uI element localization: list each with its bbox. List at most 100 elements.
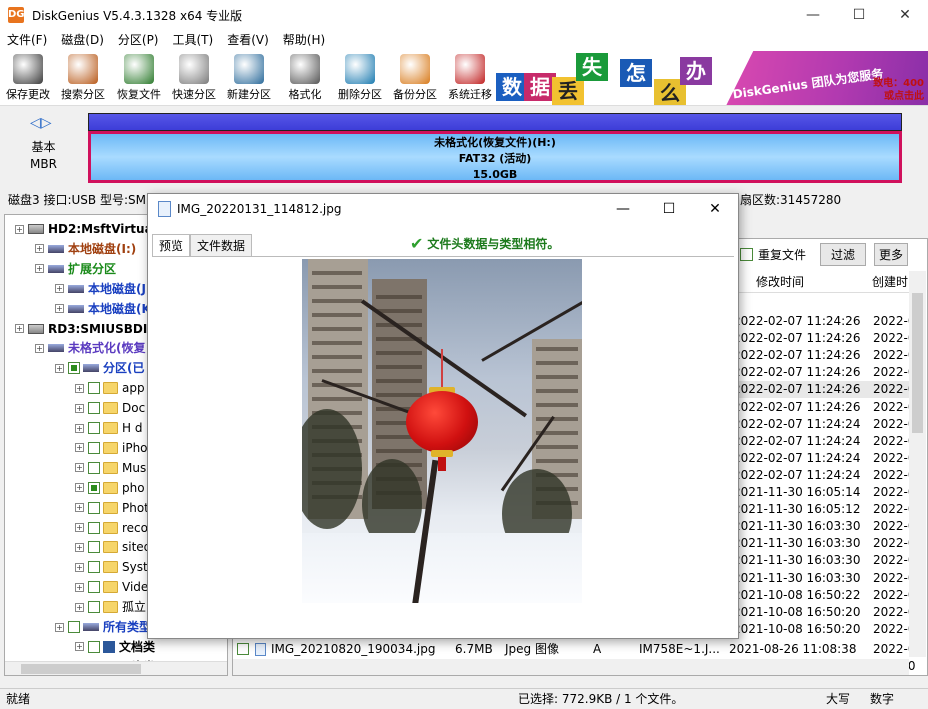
expand-icon[interactable]: + [55,304,64,314]
toolbar-button-1[interactable]: 搜索分区 [55,52,111,104]
dialog-maximize-button[interactable]: ☐ [646,194,692,224]
tree-item[interactable]: + Phot [75,498,149,518]
expand-icon[interactable]: + [75,642,84,652]
expand-icon[interactable]: + [75,562,84,572]
expand-icon[interactable]: + [75,602,84,612]
tree-item[interactable]: + 本地磁盘(J [55,279,146,299]
tree-item[interactable]: + H d [75,418,142,438]
scroll-thumb[interactable] [21,664,141,674]
table-row[interactable]: 2021-11-30 16:05:14 2022-0 [733,484,916,501]
expand-icon[interactable]: + [35,343,44,353]
toolbar-button-4[interactable]: 新建分区 [221,52,277,104]
table-row[interactable]: 2021-11-30 16:03:30 2022-0 [733,570,916,587]
tree-checkbox[interactable] [88,422,100,434]
file-list-horizontal-scrollbar[interactable] [233,659,909,675]
file-list-vertical-scrollbar[interactable] [909,271,926,657]
tree-checkbox[interactable] [88,461,100,474]
tree-checkbox[interactable] [68,621,80,633]
table-row[interactable]: 2022-02-07 11:24:24 2022-0 [733,467,916,484]
expand-icon[interactable]: + [55,284,64,294]
tree-item[interactable]: + sited [75,537,151,557]
table-row[interactable]: 2022-02-07 11:24:24 2022-0 [733,450,916,467]
tree-checkbox[interactable] [88,601,100,614]
table-row[interactable]: 2021-11-30 16:03:30 2022-0 [733,535,916,552]
tree-item[interactable]: + iPho [75,438,148,458]
ad-banner[interactable]: 数据丢失怎么办 DiskGenius 团队为您服务 致电：400 或点击此 [494,51,928,105]
expand-icon[interactable]: + [55,363,64,373]
minimize-button[interactable]: — [790,0,836,30]
table-row[interactable]: 2022-02-07 11:24:26 2022-0 [733,330,916,347]
expand-icon[interactable]: + [75,542,84,552]
expand-icon[interactable]: + [75,503,84,513]
table-row[interactable]: 2022-02-07 11:24:26 2022-0 [733,313,916,330]
menu-partition[interactable]: 分区(P) [111,30,166,50]
expand-icon[interactable]: + [15,224,24,234]
table-row[interactable]: 2021-11-30 16:05:12 2022-0 [733,501,916,518]
table-row[interactable]: 2021-10-08 16:50:20 2022-0 [733,604,916,621]
dialog-minimize-button[interactable]: — [600,194,646,224]
tree-checkbox[interactable] [88,441,100,454]
tree-item[interactable]: + reco [75,518,148,538]
menu-disk[interactable]: 磁盘(D) [54,30,111,50]
menu-help[interactable]: 帮助(H) [276,30,332,50]
expand-icon[interactable]: + [35,244,44,254]
tree-item[interactable]: + pho [75,478,145,498]
partition-block[interactable]: 未格式化(恢复文件)(H:) FAT32 (活动) 15.0GB [88,131,902,183]
next-disk-icon[interactable]: ▷ [41,115,52,131]
tree-item[interactable]: + 所有类型 [55,617,151,637]
tree-item[interactable]: + 文档类 [75,637,155,657]
table-row[interactable]: 2021-11-30 16:03:30 2022-0 [733,552,916,569]
tree-item[interactable]: + Vide [75,577,148,597]
toolbar-button-3[interactable]: 快速分区 [166,52,222,104]
tree-checkbox[interactable] [88,481,100,494]
more-button[interactable]: 更多 [874,243,909,266]
tree-item[interactable]: + 本地磁盘(K [55,299,151,319]
tree-item[interactable]: + 孤立 [75,597,146,617]
tree-checkbox[interactable] [88,561,100,574]
table-row[interactable]: IMG_20210820_190034.jpg 6.7MB Jpeg 图像 A IM75… [233,641,916,658]
close-button[interactable]: ✕ [882,0,928,30]
toolbar-button-6[interactable]: 删除分区 [332,52,388,104]
tree-item[interactable]: + HD2:MsftVirtua [15,219,153,239]
maximize-button[interactable]: ☐ [836,0,882,30]
tree-checkbox[interactable] [88,581,100,594]
expand-icon[interactable]: + [75,403,84,413]
tree-item[interactable]: + 扩展分区 [35,259,116,279]
table-row[interactable]: 2022-02-07 11:24:24 2022-0 [733,433,916,450]
tree-item[interactable]: + app [75,378,145,398]
col-created[interactable]: 创建时 [872,271,908,293]
tree-checkbox[interactable] [88,541,100,554]
tree-checkbox[interactable] [88,501,100,514]
expand-icon[interactable]: + [75,523,84,532]
tab-file-data[interactable]: 文件数据 [190,234,253,256]
prev-disk-icon[interactable]: ◁ [30,115,41,131]
expand-icon[interactable]: + [35,264,44,274]
toolbar-button-7[interactable]: 备份分区 [387,52,443,104]
table-row[interactable]: 2021-11-30 16:03:30 2022-0 [733,518,916,535]
toolbar-button-8[interactable]: 系统迁移 [442,52,498,104]
table-row[interactable]: 2022-02-07 11:24:24 2022-0 [733,416,916,433]
tree-item[interactable]: + RD3:SMIUSBDIS [15,319,156,339]
expand-icon[interactable]: + [75,463,84,473]
toolbar-button-5[interactable]: 格式化 [277,52,333,104]
tree-item[interactable]: + 本地磁盘(I:) [35,239,136,259]
table-row[interactable]: 2021-10-08 16:50:20 2022-0 [733,621,916,638]
toolbar-button-2[interactable]: 恢复文件 [111,52,167,104]
table-row[interactable]: 2022-02-07 11:24:26 2022-0 [733,399,916,416]
table-row[interactable]: 2022-02-07 11:24:26 2022-0 [733,347,916,364]
menu-view[interactable]: 查看(V) [220,30,276,50]
expand-icon[interactable]: + [55,622,64,632]
tree-checkbox[interactable] [68,362,80,375]
table-row[interactable]: 2021-10-08 16:50:22 2022-0 [733,587,916,604]
tree-checkbox[interactable] [88,382,100,395]
partition-strip[interactable] [88,113,902,131]
col-modified[interactable]: 修改时间 [756,271,804,293]
dialog-close-button[interactable]: ✕ [692,194,738,224]
scroll-thumb[interactable] [912,293,923,433]
row-checkbox[interactable] [237,643,249,655]
tree-checkbox[interactable] [88,640,100,653]
expand-icon[interactable]: + [75,582,84,592]
tab-preview[interactable]: 预览 [152,234,191,257]
expand-icon[interactable]: + [75,423,84,433]
tree-checkbox[interactable] [88,521,100,534]
